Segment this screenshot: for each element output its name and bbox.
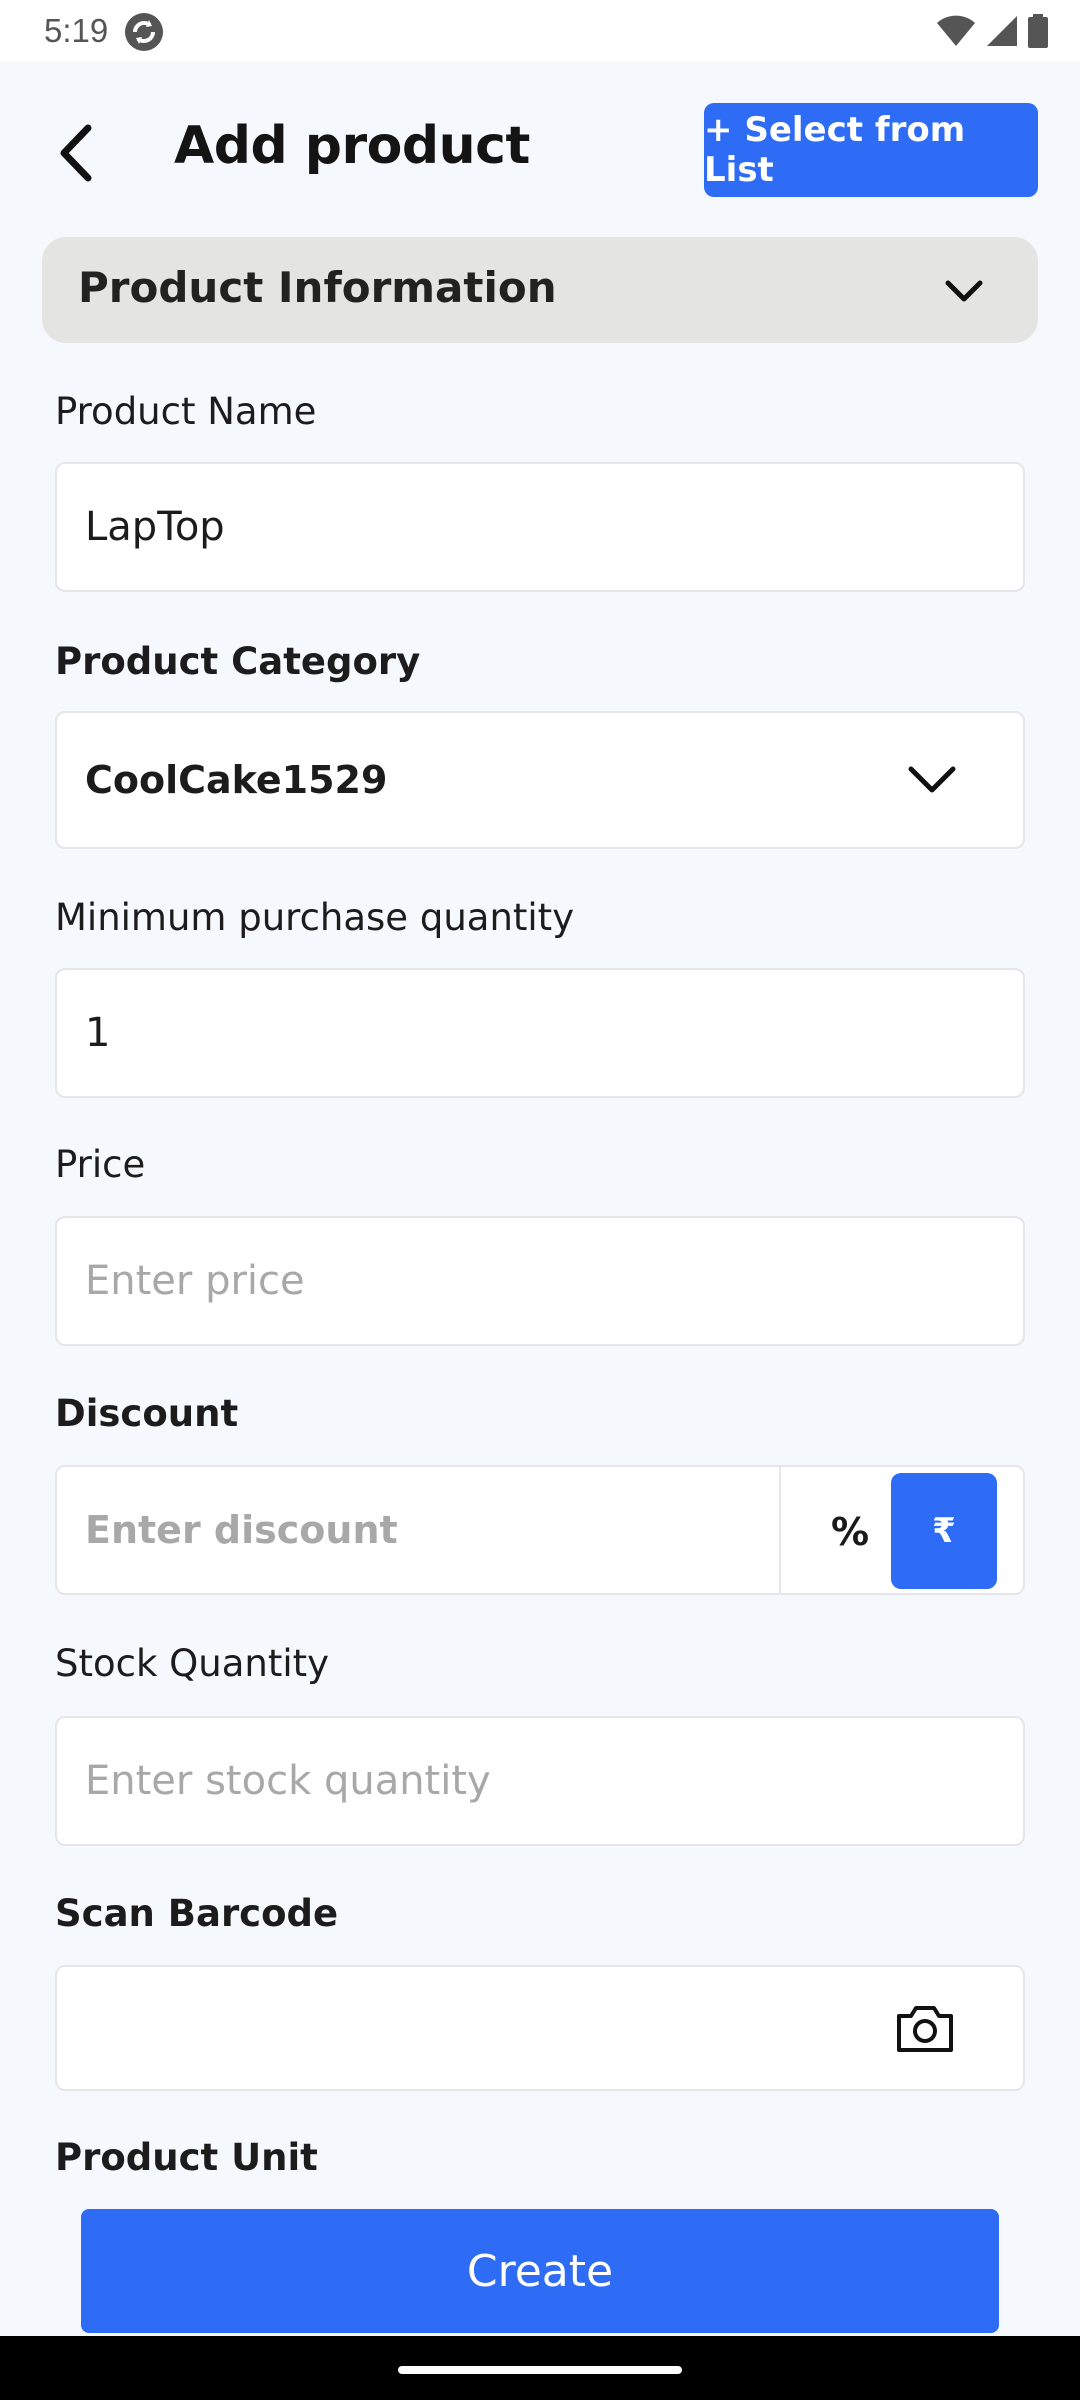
- signal-icon: [987, 16, 1017, 46]
- chevron-down-icon: [908, 766, 956, 793]
- camera-icon[interactable]: [895, 2002, 955, 2054]
- product-category-dropdown[interactable]: CoolCake1529: [55, 711, 1025, 849]
- status-time: 5:19: [44, 12, 109, 49]
- scan-barcode-label: Scan Barcode: [55, 1892, 339, 1935]
- back-arrow-icon[interactable]: [52, 120, 108, 186]
- product-unit-label: Product Unit: [55, 2136, 318, 2179]
- page-title: Add product: [174, 116, 530, 176]
- chevron-down-icon: [945, 280, 983, 302]
- min-qty-value: 1: [85, 1010, 111, 1056]
- product-category-value: CoolCake1529: [85, 758, 388, 802]
- home-indicator[interactable]: [398, 2366, 682, 2374]
- discount-input[interactable]: Enter discount: [85, 1508, 398, 1552]
- product-name-value: LapTop: [85, 504, 225, 550]
- percent-toggle-button[interactable]: %: [795, 1475, 905, 1589]
- discount-input-group: Enter discount % ₹: [55, 1465, 1025, 1595]
- price-label: Price: [55, 1143, 146, 1186]
- product-name-input[interactable]: LapTop: [55, 462, 1025, 592]
- discount-label: Discount: [55, 1392, 239, 1435]
- stock-qty-placeholder: Enter stock quantity: [85, 1758, 491, 1804]
- status-bar: 5:19: [0, 0, 1080, 62]
- product-information-section[interactable]: Product Information: [42, 237, 1038, 343]
- select-from-list-button[interactable]: + Select from List: [704, 103, 1038, 197]
- stock-qty-input[interactable]: Enter stock quantity: [55, 1716, 1025, 1846]
- sync-icon: [125, 13, 163, 51]
- barcode-input[interactable]: [55, 1965, 1025, 2091]
- section-title: Product Information: [78, 263, 557, 312]
- price-placeholder: Enter price: [85, 1258, 305, 1304]
- battery-icon: [1028, 14, 1048, 48]
- product-category-label: Product Category: [55, 640, 421, 683]
- stock-qty-label: Stock Quantity: [55, 1642, 330, 1685]
- app-header: Add product + Select from List: [0, 62, 1080, 232]
- min-qty-input[interactable]: 1: [55, 968, 1025, 1098]
- create-button[interactable]: Create: [81, 2209, 999, 2333]
- min-qty-label: Minimum purchase quantity: [55, 896, 575, 939]
- price-input[interactable]: Enter price: [55, 1216, 1025, 1346]
- wifi-icon: [937, 15, 975, 46]
- divider: [779, 1467, 781, 1593]
- product-name-label: Product Name: [55, 390, 317, 433]
- rupee-toggle-button[interactable]: ₹: [891, 1473, 997, 1589]
- system-nav-bar: [0, 2336, 1080, 2400]
